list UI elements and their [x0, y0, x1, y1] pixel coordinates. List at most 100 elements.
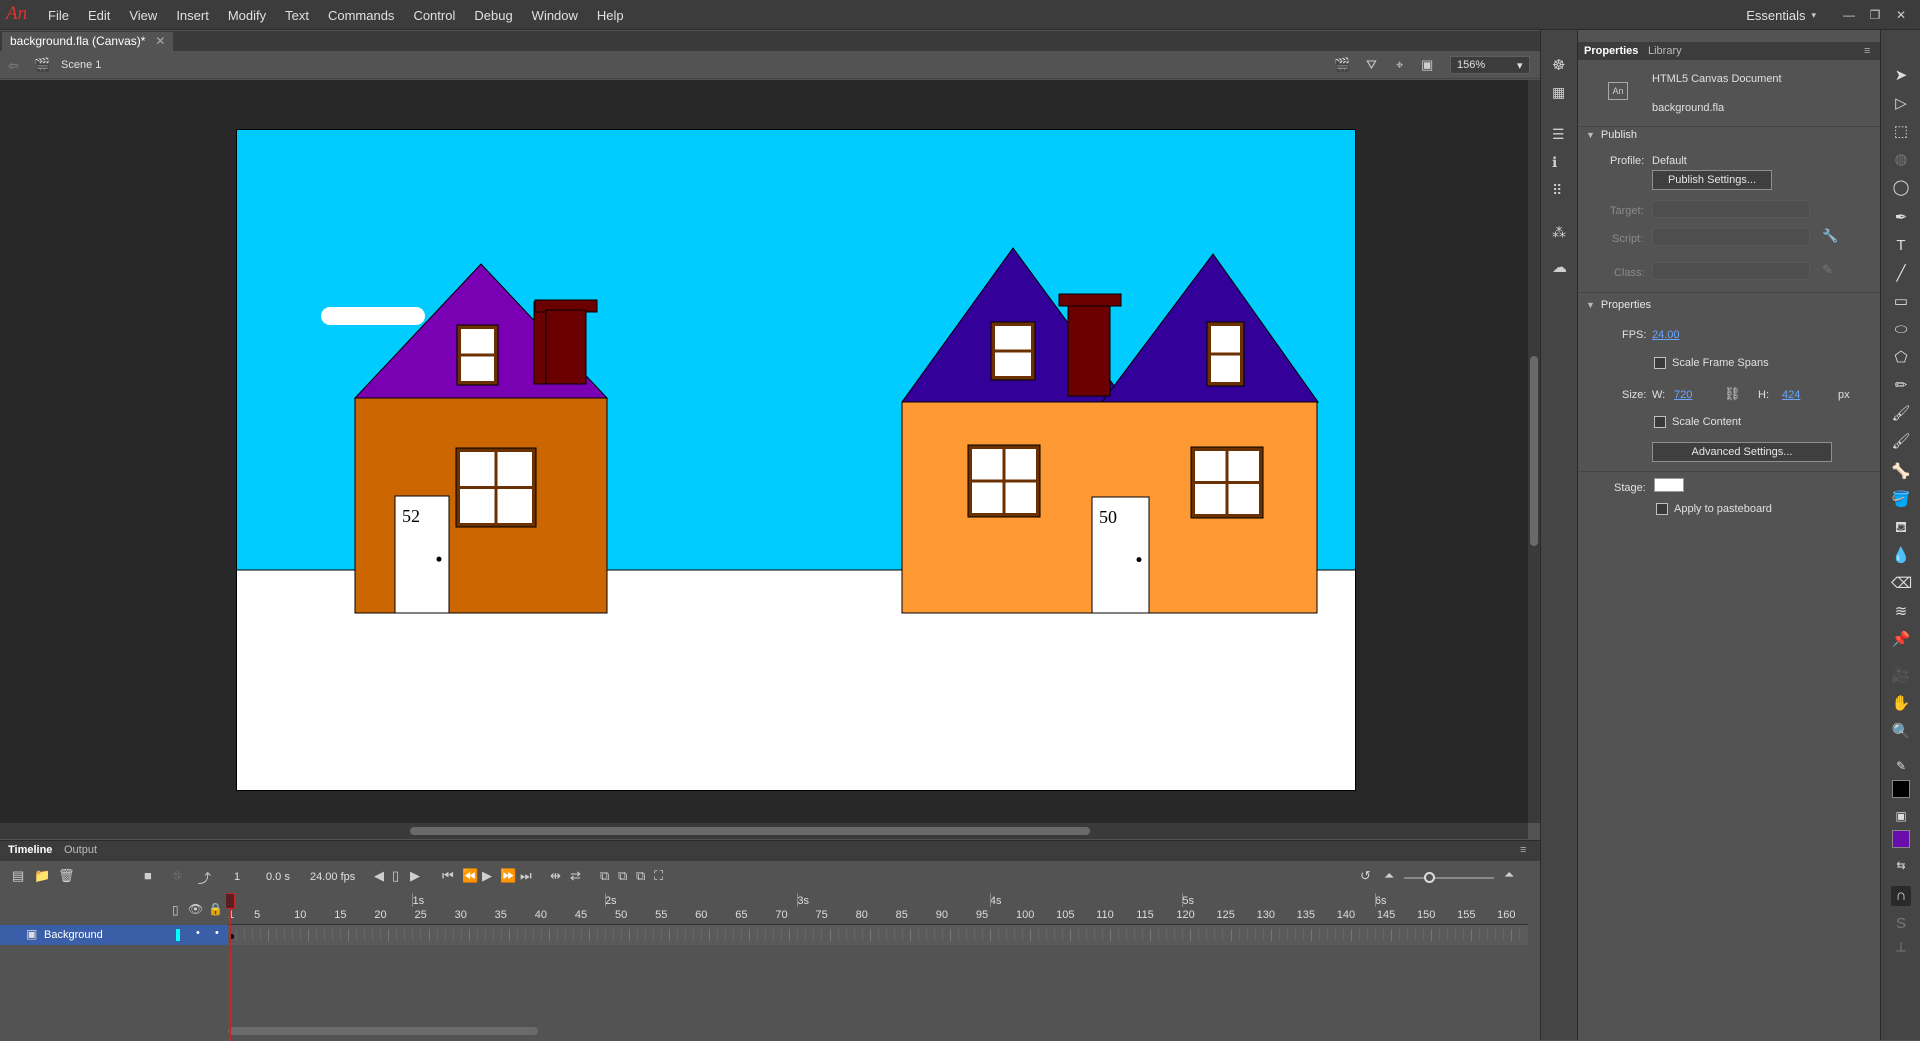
cc-libraries-icon[interactable]: ☁	[1552, 258, 1567, 276]
frame-cell[interactable]	[1174, 929, 1176, 941]
smooth-icon[interactable]: S	[1891, 914, 1911, 934]
frame-cell[interactable]	[604, 929, 606, 941]
center-stage-icon[interactable]: ⌖	[1396, 57, 1403, 73]
frame-cell[interactable]	[1214, 929, 1216, 941]
frame-cell[interactable]	[276, 929, 278, 941]
frame-cell[interactable]	[885, 929, 887, 941]
frame-cell[interactable]	[260, 929, 262, 941]
frame-cell[interactable]	[476, 929, 478, 941]
frame-cell[interactable]	[1262, 929, 1264, 941]
frame-cell[interactable]	[620, 929, 622, 941]
frame-cell[interactable]	[396, 929, 398, 941]
tab-properties[interactable]: Properties	[1584, 45, 1638, 57]
brush-tool-icon[interactable]: 🖌	[1891, 404, 1911, 424]
modify-markers-icon[interactable]: ⛶	[654, 868, 663, 884]
keyframe-icon[interactable]: ▯	[392, 868, 399, 884]
frame-cell[interactable]	[1334, 929, 1336, 941]
advanced-settings-button[interactable]: Advanced Settings...	[1652, 442, 1832, 462]
frame-cell[interactable]	[1447, 929, 1449, 941]
frame-cell[interactable]	[1158, 929, 1160, 941]
snap-to-objects-icon[interactable]: ∩	[1891, 886, 1911, 906]
frame-cell[interactable]	[1294, 929, 1296, 941]
menu-commands[interactable]: Commands	[328, 8, 394, 23]
frame-cell[interactable]	[925, 929, 927, 941]
frame-cell[interactable]	[380, 929, 382, 941]
width-value[interactable]: 720	[1674, 389, 1692, 401]
frame-cell[interactable]	[324, 929, 326, 941]
frame-cell[interactable]	[733, 929, 735, 941]
frame-cell[interactable]	[805, 929, 807, 941]
scale-content-checkbox[interactable]	[1654, 416, 1666, 428]
onion-skin-icon[interactable]: ⧉	[600, 868, 609, 884]
tab-library[interactable]: Library	[1648, 45, 1682, 57]
frame-cell[interactable]	[629, 929, 630, 941]
script-select[interactable]	[1652, 228, 1810, 246]
frame-cell[interactable]	[492, 929, 494, 941]
edit-symbols-icon[interactable]: ⛛	[1366, 57, 1377, 73]
frame-cell[interactable]	[1302, 929, 1304, 941]
frame-cell[interactable]	[653, 929, 655, 941]
frame-cell[interactable]	[484, 929, 486, 941]
unlocked-dot-icon[interactable]: •	[215, 927, 219, 939]
frame-cell[interactable]	[284, 929, 286, 941]
frame-cell[interactable]	[949, 929, 951, 941]
ink-bottle-icon[interactable]: ⛾	[1891, 518, 1911, 538]
properties-section-header[interactable]: ▼ Properties	[1586, 299, 1651, 311]
pen-tool-icon[interactable]: ✒	[1891, 208, 1911, 228]
menu-insert[interactable]: Insert	[176, 8, 209, 23]
menu-modify[interactable]: Modify	[228, 8, 266, 23]
frame-cell[interactable]	[1479, 929, 1481, 941]
workspace-switcher[interactable]: Essentials	[1746, 8, 1805, 23]
zoom-in-icon[interactable]: ⏶	[1504, 867, 1514, 883]
edit-multiple-icon[interactable]: ⧉	[636, 868, 645, 884]
frame-cell[interactable]	[1487, 929, 1489, 941]
menu-view[interactable]: View	[129, 8, 157, 23]
fill-color-swatch[interactable]	[1892, 830, 1910, 848]
text-tool-icon[interactable]: T	[1891, 236, 1911, 256]
edit-scene-icon[interactable]: 🎬	[1334, 57, 1350, 73]
frame-cell[interactable]	[308, 929, 310, 941]
3d-rotation-icon[interactable]: ◍	[1891, 150, 1911, 170]
polystar-tool-icon[interactable]: ⬠	[1891, 348, 1911, 368]
scrollbar-thumb[interactable]	[1530, 356, 1538, 546]
frame-cell[interactable]	[1046, 929, 1048, 941]
frame-cell[interactable]	[677, 929, 679, 941]
frame-cell[interactable]	[829, 929, 831, 941]
paint-bucket-icon[interactable]: 🪣	[1891, 490, 1911, 510]
frame-cell[interactable]	[669, 929, 671, 941]
eye-icon[interactable]: 👁	[188, 902, 203, 916]
selection-tool-icon[interactable]: ➤	[1891, 66, 1911, 86]
frame-cell[interactable]	[1238, 929, 1240, 941]
graph-icon[interactable]: ⤴	[198, 868, 211, 887]
frame-cell[interactable]	[460, 929, 462, 941]
frame-cell[interactable]	[781, 929, 783, 941]
frame-cell[interactable]	[845, 929, 847, 941]
highlight-layer-icon[interactable]: ▯	[172, 903, 179, 917]
frame-cell[interactable]	[1310, 929, 1312, 941]
frame-cell[interactable]	[1246, 929, 1248, 941]
frame-cell[interactable]	[1142, 929, 1144, 941]
frame-cell[interactable]	[765, 929, 767, 941]
straighten-icon[interactable]: ⟂	[1891, 938, 1911, 958]
frame-cell[interactable]	[1422, 929, 1424, 941]
frame-cell[interactable]	[1382, 929, 1384, 941]
frame-cell[interactable]	[316, 929, 318, 941]
delete-layer-icon[interactable]: 🗑	[58, 868, 75, 884]
close-icon[interactable]: ✕	[1888, 8, 1914, 22]
frame-cell[interactable]	[1455, 929, 1457, 941]
menu-file[interactable]: File	[48, 8, 69, 23]
frame-cell[interactable]	[252, 929, 254, 941]
lock-icon[interactable]: 🔒	[208, 902, 223, 916]
frame-cell[interactable]	[837, 929, 839, 941]
swap-colors-icon[interactable]: ⇆	[1891, 856, 1911, 876]
frame-cell[interactable]	[1102, 929, 1104, 941]
document-tab[interactable]: background.fla (Canvas)* ✕	[2, 32, 174, 51]
frame-cell[interactable]	[300, 929, 302, 941]
minimize-icon[interactable]: —	[1836, 8, 1862, 22]
frame-cell[interactable]	[661, 929, 663, 941]
menu-window[interactable]: Window	[532, 8, 578, 23]
frame-cell[interactable]	[1374, 929, 1376, 941]
frame-cell[interactable]	[236, 929, 238, 941]
menu-text[interactable]: Text	[285, 8, 309, 23]
frame-cell[interactable]	[869, 929, 871, 941]
